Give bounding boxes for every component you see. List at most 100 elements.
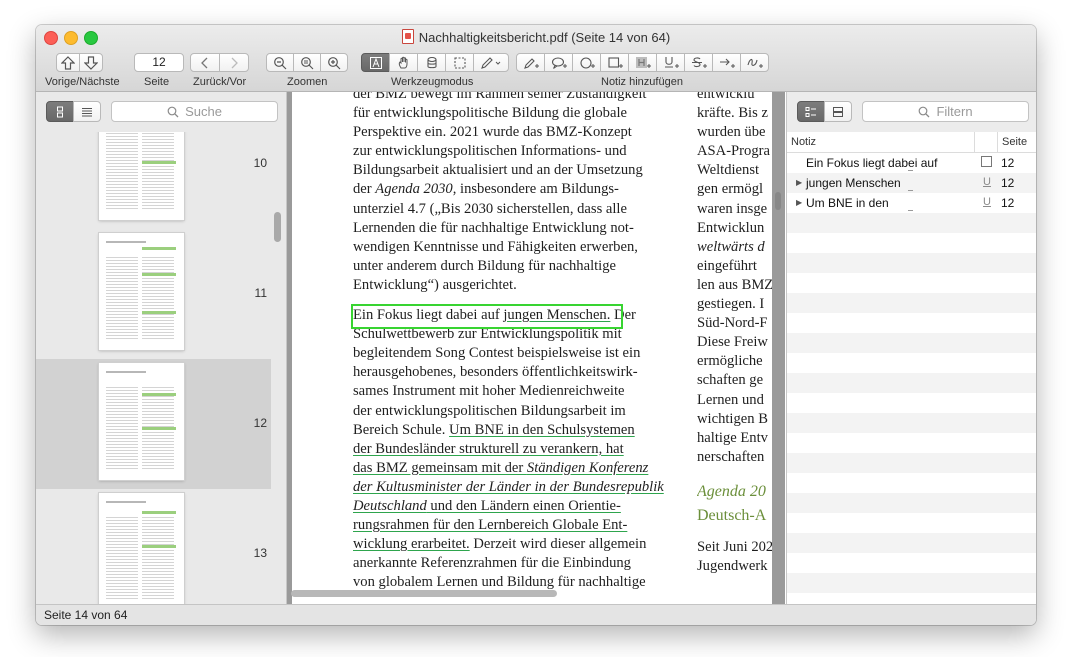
underlined-text-line[interactable]: Deutschland und den Ländern einen Orient… <box>353 497 683 516</box>
text-line[interactable]: eingeführt <box>697 257 772 276</box>
text-line[interactable]: schaften ge <box>697 371 772 390</box>
next-page-button[interactable] <box>79 53 103 72</box>
text-line[interactable]: Seit Juni 202 <box>697 538 772 557</box>
tool-mode-group <box>361 53 509 72</box>
text-line[interactable]: gen ermögl <box>697 180 772 199</box>
notes-panel-header: Filtern <box>787 92 1036 133</box>
list-view-button[interactable] <box>73 101 101 122</box>
text-line[interactable]: Lernen und <box>697 391 772 410</box>
thumbnail-page-11[interactable]: 11 <box>36 229 271 359</box>
text-line[interactable]: waren insge <box>697 200 772 219</box>
text-line[interactable]: Weltdienst <box>697 161 772 180</box>
underlined-text-line[interactable]: der Kultusminister der Länder in der Bun… <box>353 478 683 497</box>
text-line[interactable]: Diese Freiw <box>697 333 772 352</box>
text-line[interactable]: kräfte. Bis z <box>697 104 772 123</box>
add-rectangle-button[interactable] <box>600 53 629 72</box>
document-view: der BMZ bewegt im Rahmen seiner Zuständi… <box>287 92 785 604</box>
text-line[interactable]: Bereich Schule. Um BNE in den Schulsyste… <box>353 421 683 440</box>
notes-list-icon <box>805 106 816 117</box>
note-page: 12 <box>1001 176 1015 190</box>
empty-row <box>787 453 1036 473</box>
text-line[interactable]: wurden übe <box>697 123 772 142</box>
sidebar-header: Suche <box>36 92 286 132</box>
notes-card-view-button[interactable] <box>824 101 852 122</box>
text-line[interactable]: für entwicklungspolitische Bildung die g… <box>353 104 683 123</box>
underlined-text-line[interactable]: das BMZ gemeinsam mit der Ständigen Konf… <box>353 459 683 478</box>
hand-tool-button[interactable] <box>389 53 418 72</box>
sidebar-scrollbar[interactable] <box>274 212 281 242</box>
underlined-text-line[interactable]: rungsrahmen für den Lernbereich Globale … <box>353 516 683 535</box>
add-note-label: Notiz hinzufügen <box>601 76 683 88</box>
pen-tool-button[interactable] <box>473 53 509 72</box>
text-line[interactable]: haltige Entv <box>697 429 772 448</box>
text-line[interactable]: ermögliche <box>697 352 772 371</box>
back-button[interactable] <box>190 53 220 72</box>
text-line[interactable]: der entwicklungspolitischen Bildungsarbe… <box>353 402 683 421</box>
text-line[interactable]: anerkannte Referenzrahmen für die Einbin… <box>353 554 683 573</box>
add-arrow-button[interactable] <box>712 53 741 72</box>
page-number-field[interactable]: 12 <box>134 53 184 72</box>
page-column-header[interactable]: Seite <box>1002 136 1027 148</box>
selected-note-box[interactable] <box>351 304 623 329</box>
text-line[interactable]: Jugendwerk <box>697 557 772 576</box>
stamp-tool-button[interactable] <box>417 53 446 72</box>
thumbnail-page-12[interactable]: 12 <box>36 359 271 489</box>
document-vertical-scrollbar[interactable] <box>775 192 781 210</box>
text-line[interactable]: wicklung erarbeitet. Derzeit wird dieser… <box>353 535 683 554</box>
note-row[interactable]: ▶ Um BNE in den U 12 <box>787 193 1036 213</box>
arrow-down-icon <box>84 55 98 70</box>
add-freehand-button[interactable] <box>740 53 769 72</box>
text-line[interactable]: unter anderem durch Bildung für nachhalt… <box>353 257 683 276</box>
previous-page-button[interactable] <box>56 53 80 72</box>
note-column-header[interactable]: Notiz <box>791 136 816 148</box>
add-oval-button[interactable] <box>572 53 601 72</box>
text-line[interactable]: Entwicklung“) ausgerichtet. <box>353 276 683 295</box>
text-line[interactable]: nerschaften <box>697 448 772 467</box>
text-line[interactable]: herausgehobenes, besonders öffentlichkei… <box>353 363 683 382</box>
rect-select-tool-button[interactable] <box>445 53 474 72</box>
disclosure-triangle-icon[interactable]: ▶ <box>796 198 802 207</box>
actual-size-button[interactable] <box>293 53 321 72</box>
text-line[interactable]: weltwärts d <box>697 238 772 257</box>
text-line[interactable]: wendigen Kenntnisse und Fähigkeiten erwe… <box>353 238 683 257</box>
add-strikethrough-button[interactable] <box>684 53 713 72</box>
thumbnail-view-button[interactable] <box>46 101 74 122</box>
disclosure-triangle-icon[interactable]: ▶ <box>796 178 802 187</box>
note-row[interactable]: Ein Fokus liegt dabei auf 12 <box>787 153 1036 173</box>
text-line[interactable]: unterziel 4.7 („Bis 2030 sicherstellen, … <box>353 200 683 219</box>
text-line[interactable]: ASA-Progra <box>697 142 772 161</box>
section-heading[interactable]: Agenda 20 <box>697 480 772 504</box>
sidebar-search-field[interactable]: Suche <box>111 101 278 122</box>
note-row[interactable]: ▶ jungen Menschen U 12 <box>787 173 1036 193</box>
text-line[interactable]: Lernenden die für nachhaltige Entwicklun… <box>353 219 683 238</box>
text-line[interactable]: der Agenda 2030, insbesondere am Bildung… <box>353 180 683 199</box>
document-horizontal-scrollbar[interactable] <box>291 590 557 597</box>
add-highlight-note-button[interactable] <box>516 53 545 72</box>
text-select-tool-button[interactable] <box>361 53 390 72</box>
underlined-text: Um BNE in den Schulsystemen <box>449 421 635 438</box>
zoom-in-button[interactable] <box>320 53 348 72</box>
text-line[interactable]: Süd-Nord-F <box>697 314 772 333</box>
text-line[interactable]: der BMZ bewegt im Rahmen seiner Zuständi… <box>353 92 683 104</box>
text-line[interactable]: begleitendem Song Contest beispielsweise… <box>353 344 683 363</box>
section-heading[interactable]: Deutsch-A <box>697 504 772 528</box>
text-line[interactable]: Bildungsarbeit aktualisiert und an der U… <box>353 161 683 180</box>
text-line[interactable]: Perspektive ein. 2021 wurde das BMZ-Konz… <box>353 123 683 142</box>
forward-button[interactable] <box>219 53 249 72</box>
add-highlight-button[interactable] <box>628 53 657 72</box>
text-line[interactable]: len aus BMZ <box>697 276 772 295</box>
notes-list-view-button[interactable] <box>797 101 825 122</box>
add-speech-bubble-button[interactable] <box>544 53 573 72</box>
underlined-text-line[interactable]: der Bundesländer strukturell zu veranker… <box>353 440 683 459</box>
text-line[interactable]: sames Instrument mit hoher Medienreichwe… <box>353 382 683 401</box>
text-line[interactable]: entwicklu <box>697 92 772 104</box>
notes-filter-field[interactable]: Filtern <box>862 101 1029 122</box>
thumbnail-page-10[interactable]: 10 <box>36 132 271 229</box>
text-line[interactable]: Entwicklun <box>697 219 772 238</box>
zoom-out-button[interactable] <box>266 53 294 72</box>
text-line[interactable]: gestiegen. I <box>697 295 772 314</box>
text-line[interactable]: wichtigen B <box>697 410 772 429</box>
add-underline-button[interactable] <box>656 53 685 72</box>
thumbnail-page-13[interactable]: 13 <box>36 489 271 604</box>
text-line[interactable]: zur entwicklungspolitischen Informations… <box>353 142 683 161</box>
